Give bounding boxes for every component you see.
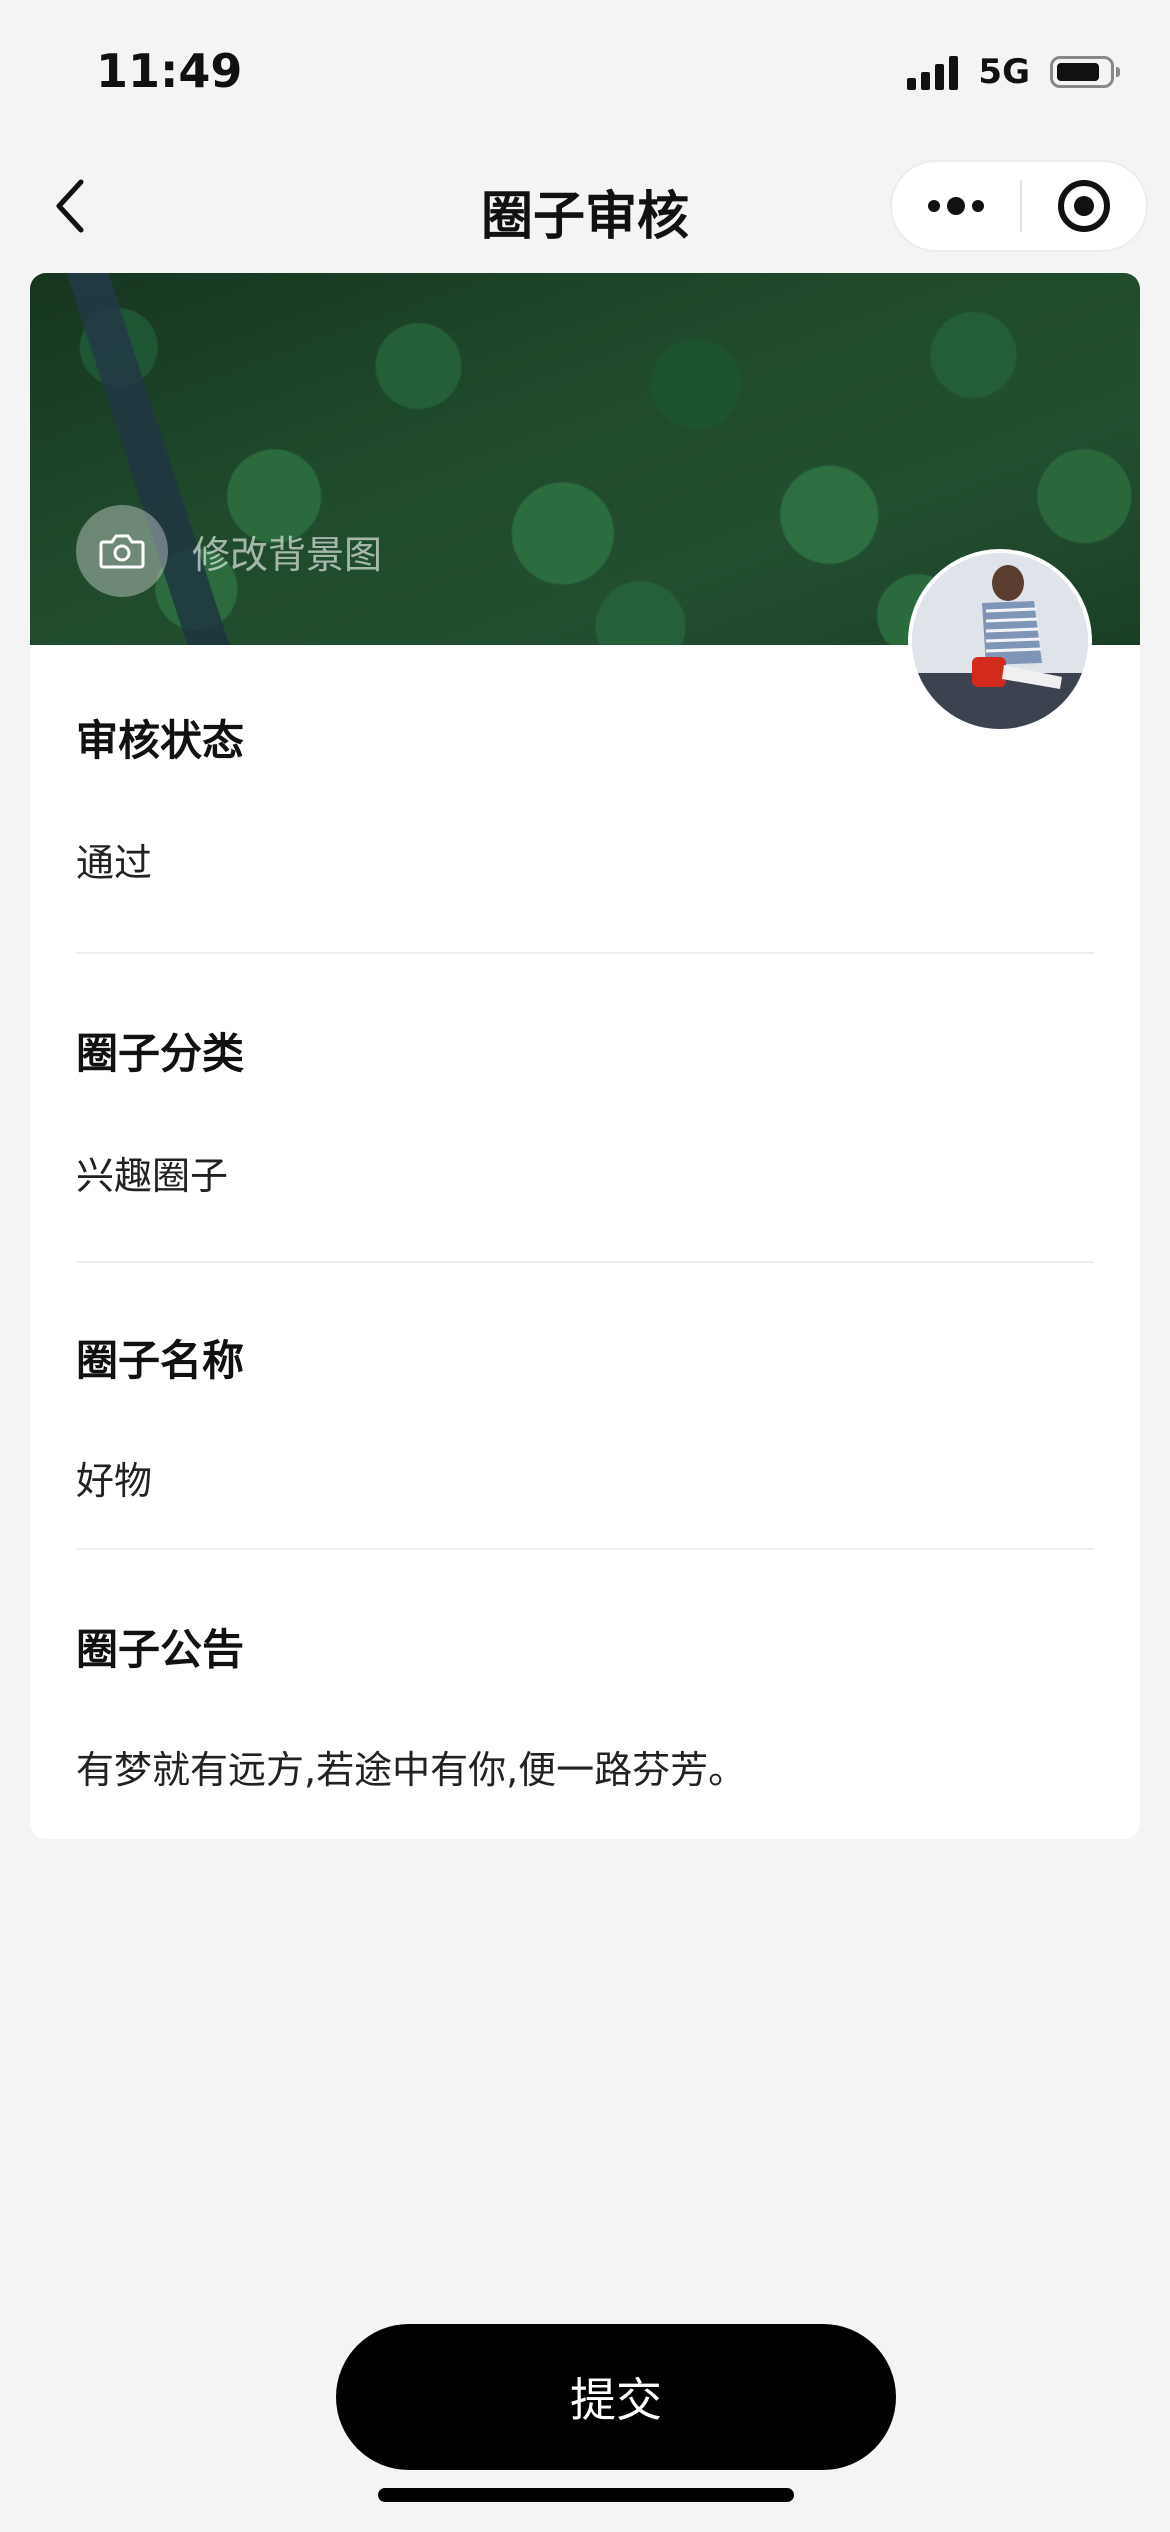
circle-review-card: 修改背景图 审核状态 通过 圈子分类 兴趣圈子 圈子名称 好物 圈子公告 有梦就… (30, 273, 1140, 1839)
camera-button[interactable] (76, 505, 168, 597)
review-status-value: 通过 (76, 841, 153, 885)
nav-bar: 圈子审核 (0, 150, 1170, 270)
circle-category-value: 兴趣圈子 (76, 1154, 229, 1198)
circle-category-label: 圈子分类 (76, 1029, 245, 1078)
change-background-button[interactable]: 修改背景图 (76, 505, 382, 597)
signal-icon (907, 54, 959, 90)
status-indicators: 5G (907, 50, 1120, 94)
target-circle-icon (1058, 180, 1110, 232)
circle-announcement-value: 有梦就有远方,若途中有你,便一路芬芳。 (76, 1748, 747, 1792)
fields-list: 审核状态 通过 圈子分类 兴趣圈子 圈子名称 好物 圈子公告 有梦就有远方,若途… (30, 645, 1140, 1840)
camera-icon (99, 534, 145, 569)
circle-announcement-label: 圈子公告 (76, 1625, 245, 1674)
network-type: 5G (978, 52, 1030, 92)
status-time: 11:49 (96, 44, 243, 98)
field-circle-category[interactable]: 圈子分类 兴趣圈子 (76, 954, 1094, 1263)
change-background-label: 修改背景图 (192, 532, 383, 577)
more-dots-icon (928, 197, 984, 215)
battery-icon (1050, 56, 1120, 88)
circle-name-value: 好物 (76, 1459, 153, 1503)
circle-avatar[interactable] (908, 549, 1092, 733)
submit-button[interactable]: 提交 (336, 2324, 896, 2470)
close-mini-program-button[interactable] (1022, 162, 1146, 250)
home-indicator (378, 2488, 794, 2502)
more-button[interactable] (892, 162, 1020, 250)
avatar-image (912, 553, 1088, 729)
circle-name-label: 圈子名称 (76, 1336, 245, 1385)
status-bar: 11:49 5G (0, 0, 1170, 150)
field-circle-name[interactable]: 圈子名称 好物 (76, 1263, 1094, 1550)
field-circle-announcement[interactable]: 圈子公告 有梦就有远方,若途中有你,便一路芬芳。 (76, 1550, 1094, 1840)
mini-program-capsule (890, 160, 1148, 252)
